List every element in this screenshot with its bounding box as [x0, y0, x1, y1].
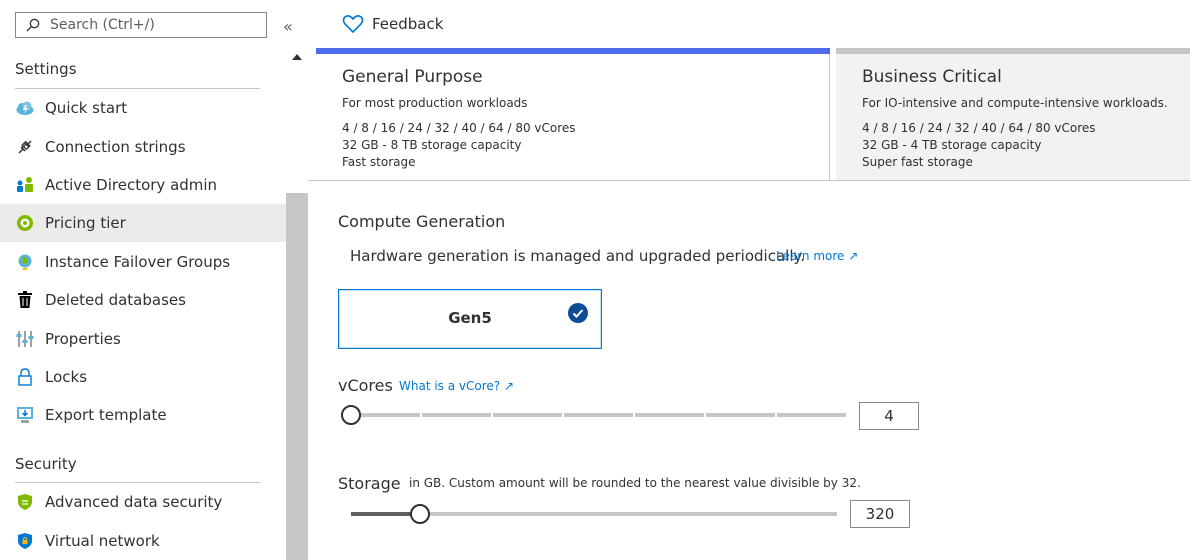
slider-thumb[interactable] [341, 405, 361, 425]
sidebar-item-label: Advanced data security [45, 493, 223, 511]
sidebar-item-advanced-data-security[interactable]: Advanced data security [0, 483, 286, 521]
shield-icon [15, 492, 35, 512]
compute-generation-title: Compute Generation [338, 212, 506, 231]
slider-thumb[interactable] [410, 504, 430, 524]
vcores-title: vCores [338, 376, 393, 395]
sidebar-item-properties[interactable]: Properties [0, 320, 286, 358]
slider-tick [562, 413, 564, 417]
storage-title: Storage [338, 474, 401, 493]
tier-spec-vcores: 4 / 8 / 16 / 24 / 32 / 40 / 64 / 80 vCor… [342, 121, 576, 135]
globe-icon [15, 252, 35, 272]
sidebar-item-label: Quick start [45, 99, 128, 117]
search-box[interactable] [15, 12, 267, 38]
sidebar-item-instance-failover-groups[interactable]: Instance Failover Groups [0, 243, 286, 281]
tier-card-general-purpose[interactable]: General Purpose For most production work… [316, 48, 830, 181]
tier-spec-speed: Fast storage [342, 155, 416, 169]
slider-tick [704, 413, 706, 417]
trash-icon [15, 290, 35, 310]
tier-description: For most production workloads [342, 96, 528, 110]
tier-cards-divider [308, 180, 1190, 181]
scrollbar-thumb[interactable] [286, 193, 308, 560]
tier-name: Business Critical [862, 67, 1002, 87]
checkmark-circle-icon [568, 303, 588, 323]
generation-label: Gen5 [448, 309, 492, 327]
storage-note: in GB. Custom amount will be rounded to … [409, 476, 861, 490]
tier-spec-storage: 32 GB - 8 TB storage capacity [342, 138, 522, 152]
scrollbar-upper-area [286, 47, 308, 193]
search-input[interactable] [50, 17, 250, 33]
gen5-option[interactable]: Gen5 [338, 289, 602, 349]
learn-more-link[interactable]: Learn more ↗ [776, 249, 858, 263]
tier-name: General Purpose [342, 67, 483, 87]
sidebar-item-virtual-network[interactable]: Virtual network [0, 522, 286, 560]
virtual-network-icon [15, 531, 35, 551]
slider-track [341, 413, 846, 417]
hardware-generation-text: Hardware generation is managed and upgra… [350, 247, 805, 265]
storage-slider[interactable] [351, 503, 837, 524]
vcores-value-input[interactable] [859, 402, 919, 430]
search-icon [26, 18, 40, 32]
tier-spec-speed: Super fast storage [862, 155, 973, 169]
slider-tick [633, 413, 635, 417]
lock-icon [15, 367, 35, 387]
scroll-up-button[interactable] [286, 53, 308, 67]
sidebar-item-export-template[interactable]: Export template [0, 396, 286, 434]
tier-card-business-critical[interactable]: Business Critical For IO-intensive and c… [836, 48, 1190, 181]
sidebar-item-label: Pricing tier [45, 214, 126, 232]
heart-icon [342, 15, 364, 34]
what-is-vcore-link[interactable]: What is a vCore? ↗ [399, 379, 514, 393]
sidebar-item-pricing-tier[interactable]: Pricing tier [0, 204, 286, 242]
export-icon [15, 405, 35, 425]
sidebar-item-label: Locks [45, 368, 88, 386]
settings-section-title: Settings [15, 60, 77, 78]
slider-tick [775, 413, 777, 417]
sidebar: Settings Quick start Connection strings … [0, 0, 286, 560]
storage-value-input[interactable] [850, 500, 910, 528]
properties-icon [15, 329, 35, 349]
tier-description: For IO-intensive and compute-intensive w… [862, 96, 1168, 110]
sidebar-item-active-directory-admin[interactable]: Active Directory admin [0, 166, 286, 204]
sidebar-item-label: Export template [45, 406, 167, 424]
sidebar-item-label: Virtual network [45, 532, 160, 550]
sidebar-item-locks[interactable]: Locks [0, 358, 286, 396]
sidebar-item-deleted-databases[interactable]: Deleted databases [0, 281, 286, 319]
plug-icon [15, 137, 35, 157]
feedback-button[interactable]: Feedback [342, 14, 443, 34]
tier-spec-vcores: 4 / 8 / 16 / 24 / 32 / 40 / 64 / 80 vCor… [862, 121, 1096, 135]
sidebar-item-label: Active Directory admin [45, 176, 218, 194]
security-section-title: Security [15, 455, 77, 473]
cloud-lightning-icon [15, 98, 35, 118]
slider-tick [491, 413, 493, 417]
pricing-icon [15, 213, 35, 233]
tier-spec-storage: 32 GB - 4 TB storage capacity [862, 138, 1042, 152]
triangle-up-icon [292, 54, 302, 60]
sidebar-item-label: Instance Failover Groups [45, 253, 231, 271]
sidebar-item-label: Connection strings [45, 138, 186, 156]
users-icon [15, 175, 35, 195]
sidebar-item-quick-start[interactable]: Quick start [0, 89, 286, 127]
sidebar-item-label: Deleted databases [45, 291, 186, 309]
sidebar-item-label: Properties [45, 330, 121, 348]
slider-tick [420, 413, 422, 417]
feedback-label: Feedback [372, 15, 444, 33]
collapse-sidebar-button[interactable]: « [283, 17, 293, 36]
vcores-slider[interactable] [341, 404, 846, 425]
card-divider [829, 54, 830, 181]
sidebar-item-connection-strings[interactable]: Connection strings [0, 128, 286, 166]
